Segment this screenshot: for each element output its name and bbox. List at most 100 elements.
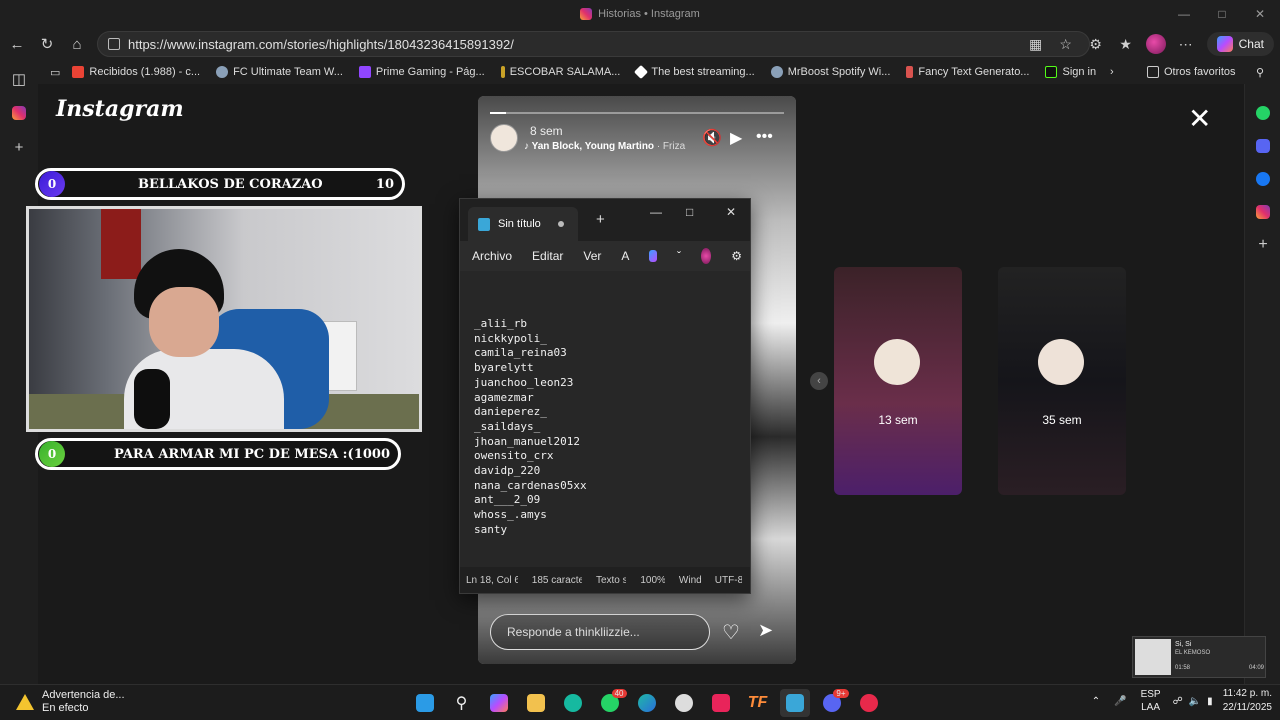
reply-input[interactable]: Responde a thinkliizzie...	[490, 614, 710, 650]
notepad-close-icon[interactable]: ✕	[726, 205, 736, 219]
facebook-sidebar-icon[interactable]	[1245, 162, 1280, 195]
xbox-app[interactable]	[558, 689, 588, 717]
maximize-button[interactable]: □	[1204, 0, 1240, 28]
tiktok-app[interactable]	[706, 689, 736, 717]
other-favorites[interactable]: Otros favoritos	[1147, 66, 1236, 78]
favorite-item[interactable]: Fancy Text Generato...	[906, 66, 1029, 78]
tf-app[interactable]: TF	[743, 689, 773, 717]
refresh-icon[interactable]: ↻	[32, 30, 62, 58]
heart-icon[interactable]: ♡	[722, 620, 740, 645]
search-icon[interactable]: ⚲	[1256, 66, 1264, 79]
favorite-item[interactable]: Prime Gaming - Pág...	[358, 66, 485, 78]
close-window-button[interactable]: ✕	[1242, 0, 1278, 28]
chevron-up-icon[interactable]: ⌃	[1092, 696, 1100, 707]
notepad-window[interactable]: Sin título + — □ ✕ Archivo Editar Ver A …	[459, 198, 751, 594]
notepad-line: agamezmar	[474, 390, 534, 404]
settings-gear-icon[interactable]: ⚙	[731, 249, 742, 263]
address-bar[interactable]: https://www.instagram.com/stories/highli…	[97, 31, 1090, 57]
volume-icon[interactable]: 🔈	[1189, 696, 1201, 707]
copilot-chat-button[interactable]: Chat	[1206, 32, 1274, 56]
clock[interactable]: 11:42 p. m. 22/11/2025	[1223, 687, 1272, 715]
warning-subtitle: En efecto	[42, 702, 89, 714]
whatsapp-sidebar-icon[interactable]	[1245, 96, 1280, 129]
previous-story-icon[interactable]: ‹	[810, 372, 828, 390]
file-explorer-app[interactable]	[521, 689, 551, 717]
back-icon[interactable]: ←	[2, 30, 32, 58]
instagram-sidebar-icon[interactable]	[1245, 195, 1280, 228]
weather-warning[interactable]: Advertencia de... En efecto	[16, 689, 125, 715]
page-scrollbar[interactable]	[1236, 84, 1244, 684]
send-icon[interactable]: ➤	[758, 620, 773, 641]
menu-archivo[interactable]: Archivo	[472, 249, 512, 263]
chevron-right-icon[interactable]: ›	[1110, 66, 1114, 78]
steam-icon	[674, 694, 693, 712]
whatsapp-app[interactable]: 40	[595, 689, 627, 717]
media-mini-player[interactable]: Si, Si EL KEMOSO 01:58 04:09	[1132, 636, 1266, 678]
other-favorites-label: Otros favoritos	[1164, 66, 1236, 78]
story-avatar[interactable]	[490, 124, 518, 152]
account-avatar[interactable]	[701, 248, 712, 264]
notepad-maximize-icon[interactable]: □	[686, 205, 693, 219]
steam-app[interactable]	[669, 689, 699, 717]
notepad-line: byarelytt	[474, 361, 534, 375]
status-eol[interactable]: Wind	[679, 575, 701, 586]
more-options-icon[interactable]: ⋯	[1171, 30, 1201, 58]
tab-actions-icon[interactable]: ◫	[0, 62, 38, 96]
card-icon[interactable]: ▭	[50, 66, 60, 79]
site-info-icon[interactable]	[108, 38, 120, 50]
copilot-app[interactable]	[484, 689, 514, 717]
favorite-item[interactable]: Recibidos (1.988) - c...	[72, 66, 200, 78]
favorite-item[interactable]: The best streaming...	[634, 64, 755, 80]
start-button[interactable]	[410, 689, 440, 717]
status-encoding[interactable]: UTF-8	[715, 575, 742, 586]
search-button[interactable]: ⚲	[447, 689, 477, 717]
notepad-text-area[interactable]: _alii_rb nickkypoli_ camila_reina03 byarely…	[474, 317, 587, 538]
split-screen-icon[interactable]: ▦	[1021, 30, 1051, 58]
kick-icon	[1045, 66, 1058, 78]
edge-app[interactable]	[632, 689, 662, 717]
microphone-icon[interactable]: 🎤	[1114, 696, 1126, 707]
menu-editar[interactable]: Editar	[532, 249, 563, 263]
menu-ver[interactable]: Ver	[583, 249, 601, 263]
notepad-tab[interactable]: Sin título	[468, 207, 578, 241]
webcam-overlay	[26, 206, 422, 432]
notepad-app[interactable]	[779, 689, 810, 717]
format-icon[interactable]: A	[621, 249, 629, 263]
story-card-avatar	[1038, 339, 1084, 385]
minimize-button[interactable]: —	[1166, 0, 1202, 28]
extensions-icon[interactable]: ⚙	[1081, 30, 1111, 58]
discord-badge: 9+	[833, 689, 849, 698]
favorite-item[interactable]: ESCOBAR SALAMA...	[500, 66, 620, 78]
new-tab-icon[interactable]: +	[596, 211, 605, 228]
network-icon[interactable]: ☍	[1173, 696, 1183, 707]
mute-icon[interactable]: 🔇	[702, 128, 722, 148]
home-icon[interactable]: ⌂	[62, 30, 92, 58]
favorite-item[interactable]: Sign in	[1045, 66, 1096, 78]
chevron-down-icon[interactable]: ˇ	[677, 249, 681, 263]
story-card-1[interactable]: 13 sem	[834, 267, 962, 495]
favorite-item[interactable]: FC Ultimate Team W...	[216, 66, 343, 78]
copilot-icon[interactable]	[649, 250, 658, 262]
favorite-item[interactable]: MrBoost Spotify Wi...	[770, 66, 890, 78]
close-story-icon[interactable]: ✕	[1188, 102, 1211, 135]
discord-sidebar-icon[interactable]	[1245, 129, 1280, 162]
instagram-logo[interactable]: Instagram	[56, 96, 184, 122]
status-zoom[interactable]: 100%	[640, 575, 665, 586]
media-app[interactable]	[854, 689, 884, 717]
story-card-2[interactable]: 35 sem	[998, 267, 1126, 495]
discord-app[interactable]: 9+	[817, 689, 849, 717]
profile-avatar[interactable]	[1141, 30, 1171, 58]
play-icon[interactable]: ▶	[730, 128, 742, 148]
story-song[interactable]: ♪ Yan Block, Young Martino · Friza	[524, 141, 685, 152]
more-icon[interactable]: •••	[756, 128, 773, 146]
story-card-time: 13 sem	[878, 413, 918, 427]
battery-icon[interactable]: ▮	[1207, 696, 1213, 707]
add-sidebar-icon[interactable]: +	[1245, 228, 1280, 261]
instagram-tab-icon[interactable]	[0, 96, 38, 130]
language-indicator[interactable]: ESP LAA	[1141, 688, 1161, 714]
favorite-star-icon[interactable]: ☆	[1051, 30, 1081, 58]
notepad-minimize-icon[interactable]: —	[650, 205, 662, 219]
new-tab-icon[interactable]: +	[0, 130, 38, 164]
favorites-icon[interactable]: ★	[1111, 30, 1141, 58]
gmail-icon	[72, 66, 85, 78]
